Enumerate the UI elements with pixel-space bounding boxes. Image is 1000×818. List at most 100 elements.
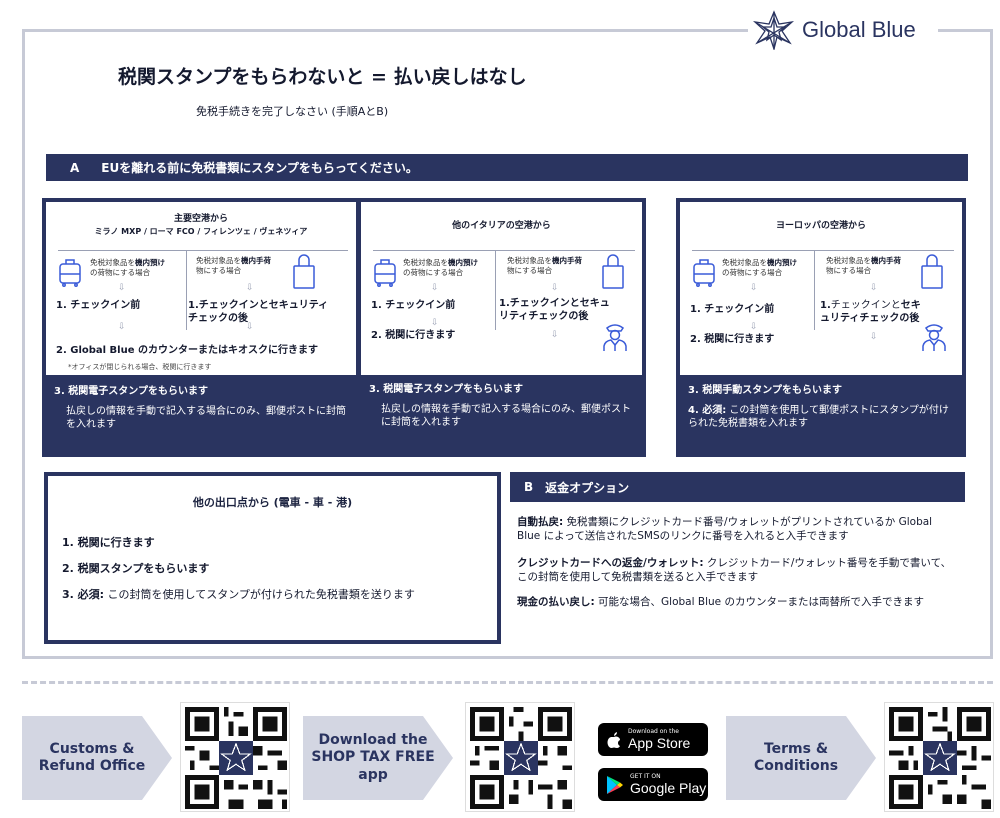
divider xyxy=(814,250,815,330)
qr-code-terms[interactable] xyxy=(884,702,994,812)
footer-step-text: 4. 必須: この封筒を使用して郵便ポストにスタンプが付けられた免税書類を入れま… xyxy=(688,404,949,430)
arrow-down-icon: ⇩ xyxy=(118,322,126,332)
suitcase-icon xyxy=(693,259,715,287)
section-b-header: B 返金オプション xyxy=(510,472,965,502)
app-store-small-text: Download on the xyxy=(628,728,679,735)
checked-baggage-note: 免税対象品を機内預け の荷物にする場合 xyxy=(722,258,797,278)
google-play-badge[interactable]: GET IT ON Google Play xyxy=(598,768,708,801)
qr-code-icon xyxy=(185,707,287,809)
footer-step-text: 払戻しの情報を手動で記入する場合にのみ、郵便ポストに封筒を入れます xyxy=(381,403,631,429)
qr-code-icon xyxy=(470,707,572,809)
step-after-security: 1.チェックインとセキュリティチェックの後 xyxy=(188,300,329,324)
arrow-down-icon: ⇩ xyxy=(246,322,254,332)
customs-label: Customs & Refund Office xyxy=(38,740,146,775)
shopping-bag-icon xyxy=(293,254,315,289)
google-play-text: Google Play xyxy=(630,780,707,796)
card-european-body: ヨーロッパの空港から 免税対象品を機内預け の荷物にする場合 免税対象品を機内手荷… xyxy=(680,202,962,375)
app-store-text: App Store xyxy=(628,735,691,751)
divider xyxy=(692,250,954,251)
other-exits-box: 他の出口点から (電車 - 車 - 港) 1. 税関に行きます 2. 税関スタン… xyxy=(44,472,501,644)
step-checkin-before: 1. チェックイン前 xyxy=(371,300,456,311)
arrow-down-icon: ⇩ xyxy=(431,318,439,328)
page-subtitle: 免税手続きを完了しなさい (手順AとB) xyxy=(196,105,389,118)
other-exits-title: 他の出口点から (電車 - 車 - 港) xyxy=(192,496,353,509)
refund-option-cash: 現金の払い戻し: 可能な場合、Global Blue のカウンターまたは両替所で… xyxy=(517,596,924,608)
divider xyxy=(373,250,635,251)
footer-step-title: 3. 税関電子スタンプをもらいます xyxy=(54,386,208,397)
step-checkin-before: 1. チェックイン前 xyxy=(690,304,775,315)
section-a-letter: A xyxy=(70,160,80,175)
step-after-security: 1.チェックインとセキュリティチェックの後 xyxy=(820,300,921,324)
other-step-3: 3. 必須: この封筒を使用してスタンプが付けられた免税書類を送ります xyxy=(62,588,415,601)
other-step-2: 2. 税関スタンプをもらいます xyxy=(62,562,210,575)
divider xyxy=(58,250,348,251)
app-store-badge[interactable]: Download on the App Store xyxy=(598,723,708,756)
footer-step-title: 3. 税関手動スタンプをもらいます xyxy=(688,385,842,396)
global-blue-logo: Global Blue xyxy=(748,8,938,52)
refund-option-auto: 自動払戻: 免税書類にクレジットカード番号/ウォレットがプリントされているか G… xyxy=(517,516,933,543)
step-go-to-customs: 2. 税関に行きます xyxy=(690,334,775,345)
arrow-down-icon: ⇩ xyxy=(551,283,559,293)
refund-option-card: クレジットカードへの返金/ウォレット: クレジットカード/ウォレット番号を手動で… xyxy=(517,557,952,584)
card-footer: 3. 税関電子スタンプをもらいます 払戻しの情報を手動で記入する場合にのみ、郵便… xyxy=(54,385,352,432)
suitcase-icon xyxy=(374,259,396,287)
arrow-down-icon: ⇩ xyxy=(246,283,254,293)
shopping-bag-icon xyxy=(602,254,624,289)
terms-conditions-link[interactable]: Terms & Conditions xyxy=(726,716,876,800)
section-a-label: EUを離れる前に免税書類にスタンプをもらってください。 xyxy=(101,161,418,175)
dashed-divider xyxy=(22,681,993,684)
other-step-1: 1. 税関に行きます xyxy=(62,536,155,549)
google-play-small-text: GET IT ON xyxy=(630,773,661,780)
download-label: Download the SHOP TAX FREE app xyxy=(311,731,435,783)
card-european-airports: ヨーロッパの空港から 免税対象品を機内預け の荷物にする場合 免税対象品を機内手荷… xyxy=(676,198,966,457)
qr-code-icon xyxy=(889,707,991,809)
card-footer: 3. 税関電子スタンプをもらいます 払戻しの情報を手動で記入する場合にのみ、郵便… xyxy=(369,383,638,430)
customs-refund-office-link[interactable]: Customs & Refund Office xyxy=(22,716,172,800)
checked-baggage-note: 免税対象品を機内預け の荷物にする場合 xyxy=(90,258,165,278)
office-closed-note: *オフィスが閉じられる場合、税関に行きます xyxy=(68,363,212,371)
divider xyxy=(495,250,496,330)
arrow-down-icon: ⇩ xyxy=(750,322,758,332)
card-footer: 3. 税関手動スタンプをもらいます 4. 必須: この封筒を使用して郵便ポストに… xyxy=(688,384,958,431)
section-a-header: A EUを離れる前に免税書類にスタンプをもらってください。 xyxy=(46,154,968,181)
hand-luggage-note: 免税対象品を機内手荷 物にする場合 xyxy=(826,256,901,276)
section-b-letter: B xyxy=(524,480,534,494)
arrow-down-icon: ⇩ xyxy=(870,332,878,342)
step-global-blue-counter: 2. Global Blue のカウンターまたはキオスクに行きます xyxy=(56,345,318,356)
arrow-down-icon: ⇩ xyxy=(750,283,758,293)
apple-icon xyxy=(607,731,620,748)
section-b-label: 返金オプション xyxy=(545,480,630,495)
terms-label: Terms & Conditions xyxy=(753,740,839,775)
divider xyxy=(186,250,187,330)
arrow-down-icon: ⇩ xyxy=(870,283,878,293)
page-title: 税関スタンプをもらわないと = 払い戻しはなし xyxy=(118,66,527,88)
customs-officer-icon xyxy=(922,324,946,351)
arrow-down-icon: ⇩ xyxy=(431,283,439,293)
google-play-icon xyxy=(607,775,623,794)
shopping-bag-icon xyxy=(921,254,943,289)
arrow-down-icon: ⇩ xyxy=(118,283,126,293)
card-other-italian-airports: 他のイタリアの空港から 免税対象品を機内預け の荷物にする場合 免税対象品を機内手… xyxy=(357,198,646,457)
card-title: ヨーロッパの空港から xyxy=(775,221,866,231)
card-main-airports: 主要空港から ミラノ MXP / ローマ FCO / フィレンツェ / ヴェネツ… xyxy=(42,198,360,457)
card-other-italian-body: 他のイタリアの空港から 免税対象品を機内預け の荷物にする場合 免税対象品を機内手… xyxy=(361,202,642,375)
customs-officer-icon xyxy=(603,324,627,351)
arrow-down-icon: ⇩ xyxy=(551,330,559,340)
checked-baggage-note: 免税対象品を機内預け の荷物にする場合 xyxy=(403,258,478,278)
brand-name: Global Blue xyxy=(802,17,916,42)
step-after-security: 1.チェックインとセキュリティチェックの後 xyxy=(499,298,610,322)
hand-luggage-note: 免税対象品を機内手荷 物にする場合 xyxy=(196,256,271,276)
global-blue-star-icon xyxy=(752,10,795,50)
qr-code-app[interactable] xyxy=(465,702,575,812)
footer-step-title: 3. 税関電子スタンプをもらいます xyxy=(369,384,523,395)
card-title: 他のイタリアの空港から xyxy=(452,221,551,231)
step-checkin-before: 1. チェックイン前 xyxy=(56,300,141,311)
card-title: 主要空港から xyxy=(173,214,228,224)
hand-luggage-note: 免税対象品を機内手荷 物にする場合 xyxy=(507,256,582,276)
footer-step-text: 払戻しの情報を手動で記入する場合にのみ、郵便ポストに封筒を入れます xyxy=(66,405,346,431)
card-subtitle: ミラノ MXP / ローマ FCO / フィレンツェ / ヴェネツィア xyxy=(94,227,308,236)
download-app-link[interactable]: Download the SHOP TAX FREE app xyxy=(303,716,453,800)
suitcase-icon xyxy=(59,259,81,287)
card-main-airports-body: 主要空港から ミラノ MXP / ローマ FCO / フィレンツェ / ヴェネツ… xyxy=(46,202,356,375)
qr-code-customs[interactable] xyxy=(180,702,290,812)
